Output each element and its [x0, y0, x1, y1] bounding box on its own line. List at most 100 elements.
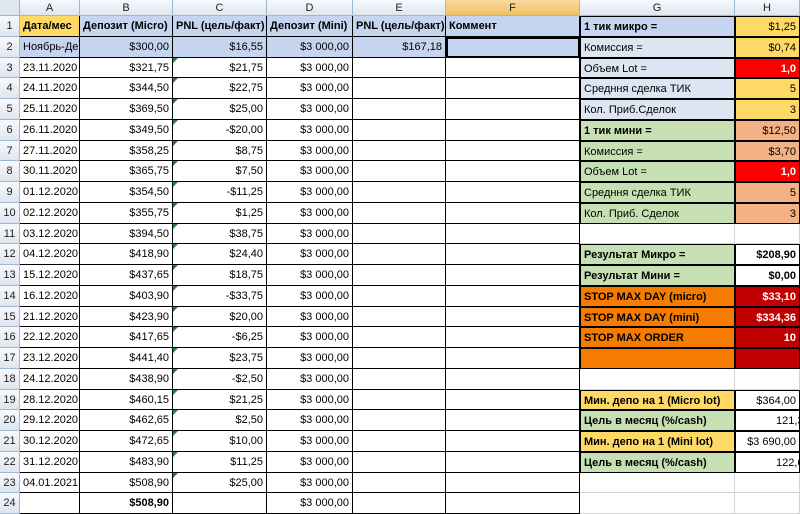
row-header-3[interactable]: 3: [0, 57, 20, 79]
param-blank[interactable]: [580, 368, 735, 390]
value-cell[interactable]: $394,50: [80, 223, 173, 245]
value-cell[interactable]: $167,18: [353, 36, 446, 58]
value-cell[interactable]: $344,50: [80, 78, 173, 99]
param-blank[interactable]: [580, 223, 735, 245]
value-cell[interactable]: [173, 493, 267, 514]
param-value[interactable]: $208,90: [735, 244, 800, 265]
param-label[interactable]: STOP MAX DAY (mini): [580, 306, 735, 328]
header-deposit-mini[interactable]: Депозит (Mini): [267, 16, 353, 37]
param-value[interactable]: 121,35: [735, 410, 800, 431]
value-cell[interactable]: $403,90: [80, 285, 173, 307]
column-header-e[interactable]: E: [353, 0, 446, 16]
param-value[interactable]: $0,74: [735, 36, 800, 58]
comment-cell[interactable]: [446, 140, 580, 162]
value-cell[interactable]: $460,15: [80, 389, 173, 411]
row-header-7[interactable]: 7: [0, 140, 20, 162]
value-cell[interactable]: $3 000,00: [267, 57, 353, 79]
date-cell[interactable]: 04.01.2021: [20, 472, 80, 494]
value-cell[interactable]: $3 000,00: [267, 389, 353, 411]
column-header-c[interactable]: C: [173, 0, 267, 16]
comment-cell[interactable]: [446, 99, 580, 120]
date-cell[interactable]: 01.12.2020: [20, 182, 80, 203]
value-cell[interactable]: [353, 140, 446, 162]
column-header-h[interactable]: H: [735, 0, 800, 16]
param-blank[interactable]: [735, 368, 800, 390]
row-header-12[interactable]: 12: [0, 244, 20, 265]
date-cell[interactable]: 28.12.2020: [20, 389, 80, 411]
row-header-23[interactable]: 23: [0, 472, 20, 494]
select-all-corner[interactable]: [0, 0, 20, 16]
comment-cell[interactable]: [446, 223, 580, 245]
value-cell[interactable]: $438,90: [80, 368, 173, 390]
comment-cell[interactable]: [446, 306, 580, 328]
date-cell[interactable]: 24.12.2020: [20, 368, 80, 390]
value-cell[interactable]: $437,65: [80, 265, 173, 286]
comment-cell[interactable]: [446, 451, 580, 473]
row-header-19[interactable]: 19: [0, 389, 20, 411]
column-header-g[interactable]: G: [580, 0, 735, 16]
param-blank[interactable]: [580, 472, 735, 494]
param-blank[interactable]: [580, 348, 735, 369]
value-cell[interactable]: $3 000,00: [267, 327, 353, 348]
value-cell[interactable]: $24,40: [173, 244, 267, 265]
param-label[interactable]: Объем Lot =: [580, 161, 735, 182]
param-label[interactable]: Цель в месяц (%/cash): [580, 451, 735, 473]
param-value[interactable]: 5: [735, 78, 800, 99]
row-header-4[interactable]: 4: [0, 78, 20, 99]
param-label[interactable]: STOP MAX ORDER: [580, 327, 735, 348]
date-cell[interactable]: 29.12.2020: [20, 410, 80, 431]
value-cell[interactable]: $3 000,00: [267, 472, 353, 494]
value-cell[interactable]: $3 000,00: [267, 161, 353, 182]
value-cell[interactable]: [353, 410, 446, 431]
value-cell[interactable]: $38,75: [173, 223, 267, 245]
comment-cell[interactable]: [446, 368, 580, 390]
row-header-14[interactable]: 14: [0, 285, 20, 307]
row-header-8[interactable]: 8: [0, 161, 20, 182]
comment-cell[interactable]: [446, 119, 580, 141]
value-cell[interactable]: -$20,00: [173, 119, 267, 141]
column-header-b[interactable]: B: [80, 0, 173, 16]
param-value[interactable]: $1,25: [735, 16, 800, 37]
param-label[interactable]: Кол. Приб. Сделок: [580, 202, 735, 224]
param-value[interactable]: 10: [735, 327, 800, 348]
comment-cell[interactable]: [446, 202, 580, 224]
param-value[interactable]: 3: [735, 99, 800, 120]
value-cell[interactable]: $8,75: [173, 140, 267, 162]
value-cell[interactable]: $369,50: [80, 99, 173, 120]
param-label[interactable]: Средння сделка ТИК: [580, 182, 735, 203]
value-cell[interactable]: [353, 78, 446, 99]
param-value[interactable]: $12,50: [735, 119, 800, 141]
value-cell[interactable]: $3 000,00: [267, 99, 353, 120]
comment-cell[interactable]: [446, 161, 580, 182]
param-value[interactable]: $33,10: [735, 285, 800, 307]
param-value[interactable]: 122,60: [735, 451, 800, 473]
value-cell[interactable]: $300,00: [80, 36, 173, 58]
value-cell[interactable]: [353, 223, 446, 245]
value-cell[interactable]: [353, 265, 446, 286]
row-header-17[interactable]: 17: [0, 348, 20, 369]
value-cell[interactable]: $3 000,00: [267, 202, 353, 224]
value-cell[interactable]: $321,75: [80, 57, 173, 79]
param-label[interactable]: Комиссия =: [580, 140, 735, 162]
param-value[interactable]: $334,36: [735, 306, 800, 328]
value-cell[interactable]: $462,65: [80, 410, 173, 431]
value-cell[interactable]: $3 000,00: [267, 119, 353, 141]
value-cell[interactable]: $11,25: [173, 451, 267, 473]
value-cell[interactable]: -$6,25: [173, 327, 267, 348]
param-label[interactable]: Объем Lot =: [580, 57, 735, 79]
date-cell[interactable]: 22.12.2020: [20, 327, 80, 348]
date-cell[interactable]: 23.11.2020: [20, 57, 80, 79]
value-cell[interactable]: $354,50: [80, 182, 173, 203]
value-cell[interactable]: $21,75: [173, 57, 267, 79]
value-cell[interactable]: $349,50: [80, 119, 173, 141]
row-header-24[interactable]: 24: [0, 493, 20, 514]
row-header-5[interactable]: 5: [0, 99, 20, 120]
row-header-2[interactable]: 2: [0, 36, 20, 58]
row-header-1[interactable]: 1: [0, 16, 20, 37]
value-cell[interactable]: $358,25: [80, 140, 173, 162]
param-label[interactable]: Результат Микро =: [580, 244, 735, 265]
value-cell[interactable]: [353, 182, 446, 203]
value-cell[interactable]: $365,75: [80, 161, 173, 182]
date-cell[interactable]: 24.11.2020: [20, 78, 80, 99]
value-cell[interactable]: $21,25: [173, 389, 267, 411]
